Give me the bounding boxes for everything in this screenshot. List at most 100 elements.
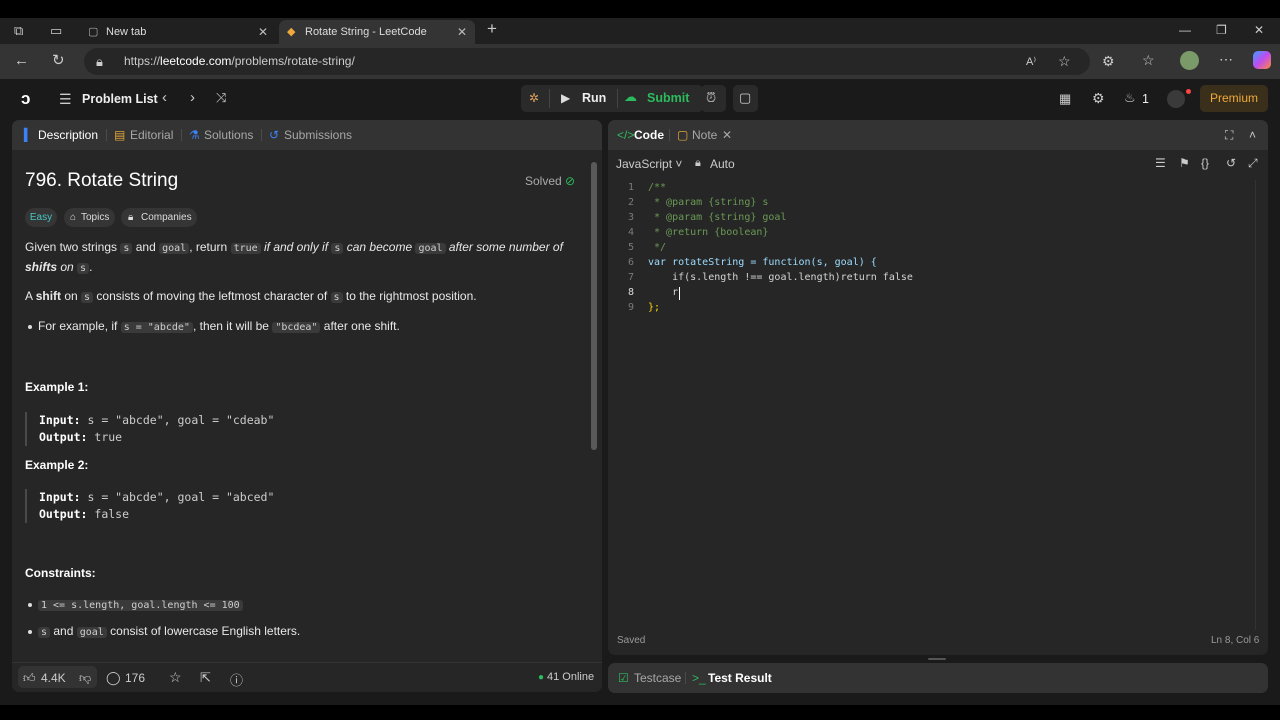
browser-tab-leetcode[interactable]: ◆ Rotate String - LeetCode ✕ — [279, 20, 475, 44]
resize-handle[interactable] — [928, 658, 946, 660]
online-dot: ● — [538, 672, 545, 683]
collapse-icon[interactable]: ˄ — [1249, 120, 1256, 150]
back-icon[interactable]: ← — [14, 53, 29, 69]
language-select[interactable]: JavaScript ˅ — [616, 157, 682, 171]
cloud-upload-icon: ☁ — [624, 89, 637, 104]
note-icon: ▢ — [677, 128, 689, 142]
read-aloud-icon[interactable]: A⁾ — [1026, 54, 1036, 70]
browser-tab-new[interactable]: ▢ New tab ✕ — [80, 20, 276, 44]
bookmark-icon[interactable]: ⚑ — [1179, 156, 1190, 170]
terminal-icon: >_ — [692, 671, 706, 685]
code-line: }; — [648, 302, 661, 313]
line-number: 6 — [627, 257, 634, 268]
reset-icon[interactable]: ↺ — [1226, 156, 1236, 170]
tab-solutions[interactable]: Solutions — [204, 120, 253, 150]
checkbox-icon: ☑ — [618, 671, 629, 685]
topics-chip[interactable]: ⌂ Topics — [64, 208, 115, 227]
tab-editorial[interactable]: Editorial — [130, 120, 173, 150]
tab-strip: ⧉ ▭ ▢ New tab ✕ ◆ Rotate String - LeetCo… — [0, 18, 1280, 44]
like-count: 4.4K — [41, 671, 66, 685]
code-editor[interactable]: 1 2 3 4 5 6 7 8 9 /** * @param {string} … — [608, 180, 1258, 630]
description-scrollbar[interactable] — [591, 162, 597, 450]
expand-icon[interactable]: ⤢ — [1248, 156, 1258, 171]
streak-flame-icon[interactable]: ♨ — [1124, 90, 1136, 106]
auto-mode-toggle[interactable]: Auto — [710, 157, 735, 171]
next-problem-icon[interactable]: › — [190, 90, 195, 106]
problem-description: 796. Rotate String Solved ⊘ Easy ⌂ Topics… — [12, 150, 592, 662]
maximize-icon[interactable]: ⛶ — [1225, 120, 1233, 150]
url-bar[interactable]: 🔒︎ https://leetcode.com/problems/rotate-… — [84, 48, 1090, 75]
help-icon[interactable]: ⓘ — [230, 670, 243, 689]
extensions-icon[interactable]: ⚙ — [1102, 53, 1115, 69]
line-number: 9 — [627, 302, 634, 313]
lock-icon[interactable]: 🔒︎ — [96, 54, 103, 70]
thumbs-down-icon[interactable]: 👎︎ — [79, 671, 91, 686]
timer-button[interactable]: ⏰︎ — [701, 85, 726, 112]
settings-gear-icon[interactable]: ⚙ — [1092, 90, 1105, 106]
code-line: /** — [648, 182, 667, 193]
code-line: * @return {boolean} — [648, 227, 769, 238]
text-cursor — [679, 287, 680, 300]
leetcode-logo-icon[interactable]: ↄ — [21, 89, 30, 109]
premium-button[interactable]: Premium — [1200, 85, 1268, 112]
example-2-heading: Example 2: — [25, 458, 89, 472]
tab-actions-icon[interactable]: ▭ — [50, 23, 62, 39]
new-tab-button[interactable]: + — [487, 20, 497, 37]
tab-title: New tab — [106, 26, 147, 38]
share-icon[interactable]: ⇱ — [200, 670, 211, 686]
tab-note[interactable]: Note — [692, 120, 717, 150]
problem-list-link[interactable]: Problem List — [82, 79, 158, 119]
copilot-icon[interactable] — [1253, 51, 1271, 69]
tab-code[interactable]: Code — [634, 120, 664, 150]
favorite-star-icon[interactable]: ☆ — [1058, 53, 1071, 69]
close-note-icon[interactable]: ✕ — [722, 120, 732, 150]
comment-icon[interactable]: ◯ — [106, 670, 121, 686]
saved-status: Saved — [617, 635, 646, 646]
thumbs-up-icon[interactable]: 👍︎ — [23, 671, 36, 686]
favorites-icon[interactable]: ☆ — [1142, 52, 1155, 68]
streak-count: 1 — [1142, 92, 1149, 106]
debug-icon[interactable]: ✲ — [529, 90, 539, 106]
tab-test-result[interactable]: Test Result — [708, 663, 772, 693]
user-avatar[interactable] — [1167, 90, 1185, 108]
companies-chip[interactable]: 🔒︎ Companies — [121, 208, 197, 227]
close-tab-icon[interactable]: ✕ — [258, 20, 268, 44]
cursor-position: Ln 8, Col 6 — [1211, 635, 1260, 646]
workspaces-icon[interactable]: ⧉ — [14, 23, 23, 39]
braces-icon[interactable]: {} — [1201, 156, 1209, 170]
prev-problem-icon[interactable]: ‹ — [162, 90, 167, 106]
tab-description[interactable]: Description — [38, 120, 98, 150]
notes-button[interactable]: ▢ — [733, 85, 758, 112]
line-number: 1 — [627, 182, 634, 193]
notification-dot — [1186, 89, 1191, 94]
minimize-icon[interactable]: — — [1179, 23, 1191, 37]
submit-button[interactable]: Submit — [647, 85, 689, 112]
format-icon[interactable]: ☰ — [1155, 156, 1166, 170]
tab-submissions[interactable]: Submissions — [284, 120, 352, 150]
alarm-icon: ⏰︎ — [706, 90, 717, 105]
bullet-dot — [28, 325, 32, 329]
refresh-icon[interactable]: ↻ — [52, 53, 65, 69]
shuffle-icon[interactable]: ⤨ — [216, 90, 226, 106]
code-line: r — [648, 287, 679, 298]
example-bullet: For example, if s = "abcde", then it wil… — [38, 319, 400, 333]
leetcode-nav: ↄ ☰ Problem List ‹ › ⤨ ✲ ▶ Run ☁ Submit … — [0, 79, 1280, 120]
leetcode-favicon-icon: ◆ — [287, 26, 296, 38]
solved-status: Solved ⊘ — [525, 174, 576, 188]
more-menu-icon[interactable]: ⋯ — [1219, 51, 1233, 67]
constraint-1: 1 <= s.length, goal.length <= 100 — [38, 595, 243, 615]
layout-grid-icon[interactable]: ▦ — [1059, 91, 1071, 107]
editor-toolbar: JavaScript ˅ 🔒︎ Auto ☰ ⚑ {} ↺ ⤢ — [608, 150, 1268, 178]
run-button[interactable]: Run — [582, 85, 606, 112]
star-icon[interactable]: ☆ — [169, 669, 182, 686]
profile-avatar[interactable] — [1180, 51, 1199, 70]
list-icon: ☰ — [59, 91, 72, 107]
bullet-dot — [28, 603, 32, 607]
restore-icon[interactable]: ❐ — [1216, 23, 1227, 37]
editor-scrollbar[interactable] — [1255, 180, 1263, 630]
address-toolbar: ← ↻ 🔒︎ https://leetcode.com/problems/rot… — [0, 44, 1280, 79]
tab-testcase[interactable]: Testcase — [634, 663, 681, 693]
close-tab-icon[interactable]: ✕ — [457, 20, 467, 44]
close-window-icon[interactable]: ✕ — [1254, 23, 1264, 37]
tab-title: Rotate String - LeetCode — [305, 26, 427, 38]
